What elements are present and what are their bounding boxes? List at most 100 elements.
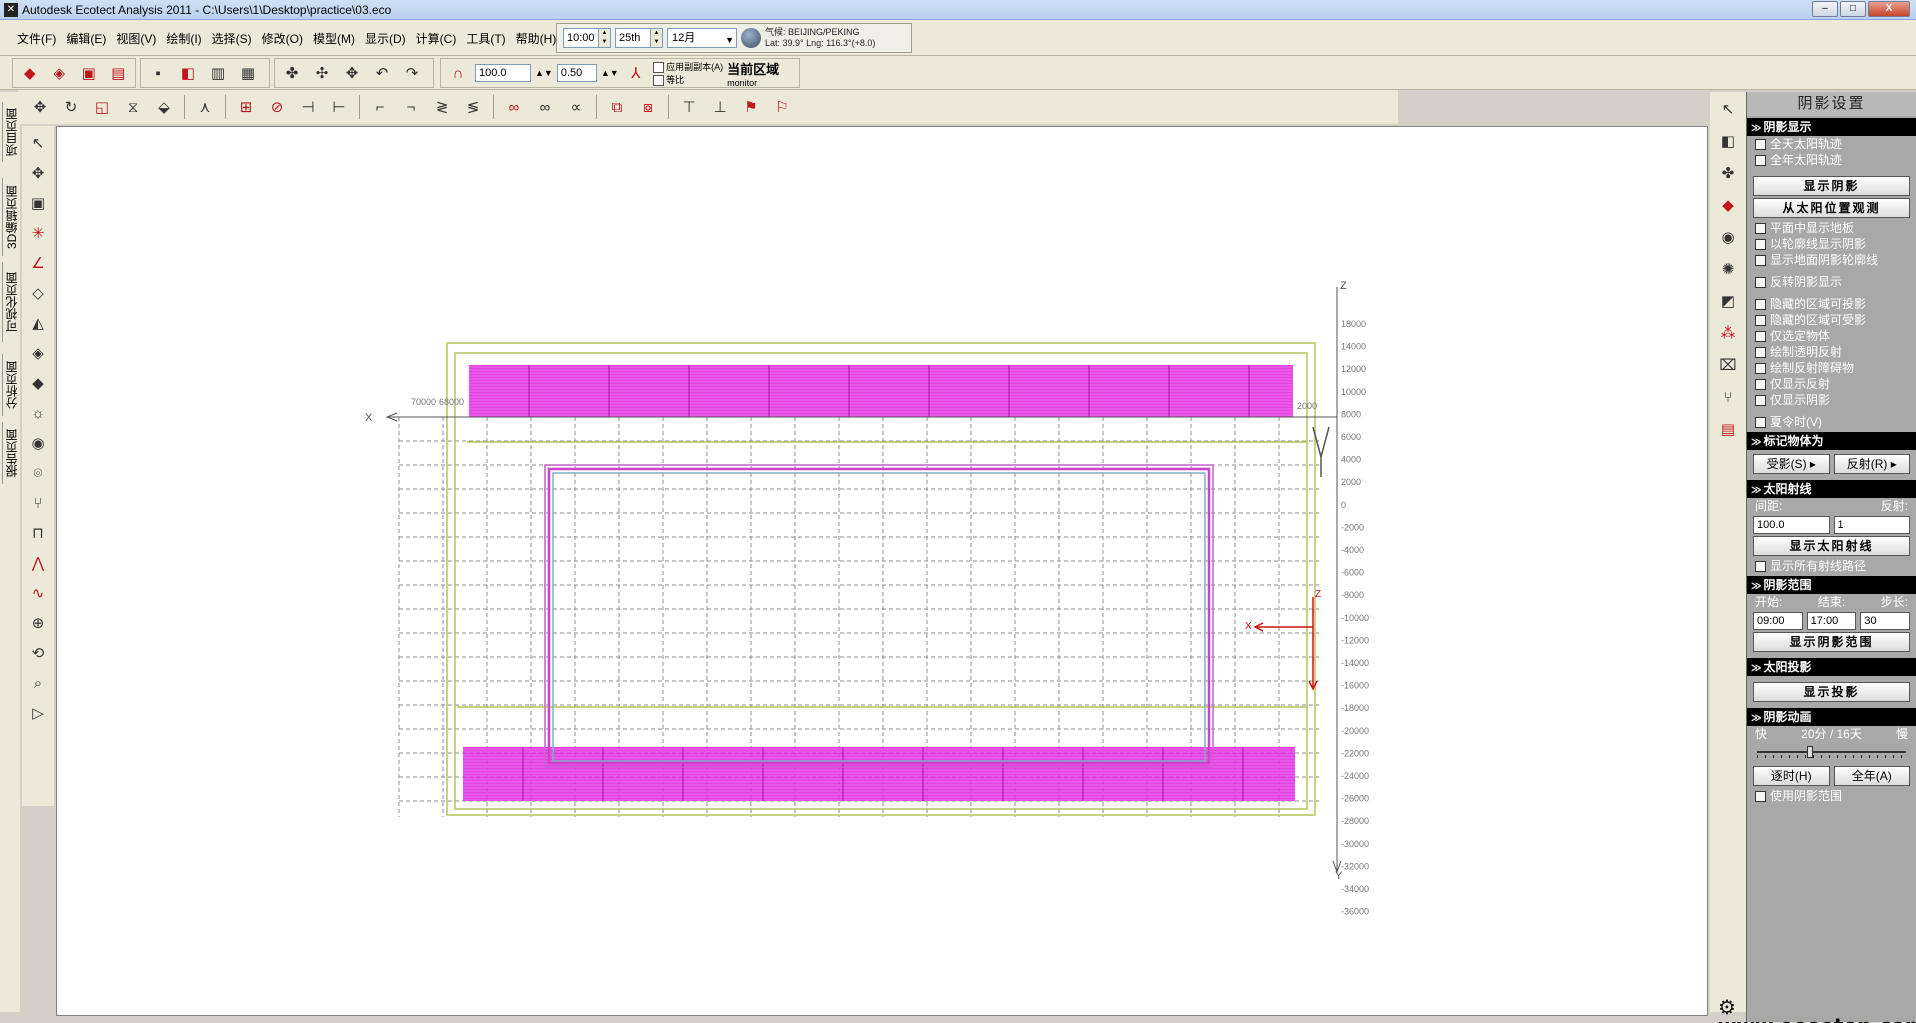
menu-draw[interactable]: 绘制(I) bbox=[161, 28, 206, 49]
material-icon[interactable]: ◧ bbox=[1714, 128, 1742, 154]
checkbox[interactable] bbox=[1755, 330, 1766, 342]
day-spin-arrows[interactable]: ▲ ▼ bbox=[651, 28, 663, 48]
offset-spin-arrows[interactable]: ▲▼ bbox=[601, 68, 619, 78]
step-input[interactable]: 30 bbox=[1860, 612, 1911, 630]
scale-spin-arrows[interactable]: ▲▼ bbox=[535, 68, 553, 78]
animation-speed-slider[interactable] bbox=[1757, 746, 1906, 758]
corner2-icon[interactable]: ¬ bbox=[397, 95, 425, 119]
magnet-icon[interactable]: ∩ bbox=[445, 61, 471, 85]
table-icon[interactable]: ⊤ bbox=[675, 95, 703, 119]
reflect-count-input[interactable]: 1 bbox=[1833, 516, 1910, 534]
table-furniture-icon[interactable]: ⊓ bbox=[25, 520, 51, 546]
option-outline-shadow[interactable]: 以轮廓线显示阴影 bbox=[1747, 236, 1916, 252]
mark-shaded-button[interactable]: 受影(S) ▸ bbox=[1753, 454, 1830, 474]
checkbox[interactable] bbox=[1755, 416, 1766, 428]
node-icon[interactable]: ⋏ bbox=[191, 95, 219, 119]
show-projection-button[interactable]: 显示投影 bbox=[1753, 682, 1910, 702]
mark-reflect-button[interactable]: 反射(R) ▸ bbox=[1833, 454, 1910, 474]
checkbox[interactable] bbox=[1755, 222, 1766, 234]
split-icon[interactable]: ⊣ bbox=[294, 95, 322, 119]
checkbox[interactable] bbox=[1755, 154, 1766, 166]
checkbox[interactable] bbox=[1755, 560, 1766, 572]
save-model-icon[interactable]: ▣ bbox=[76, 61, 102, 85]
zone-management-icon[interactable]: ✤ bbox=[1714, 160, 1742, 186]
floor-icon[interactable]: ◈ bbox=[25, 340, 51, 366]
axis-tripod-icon[interactable]: ⅄ bbox=[623, 61, 649, 85]
extrude-icon[interactable]: ⬙ bbox=[150, 95, 178, 119]
move-icon[interactable]: ✥ bbox=[26, 95, 54, 119]
menu-edit[interactable]: 编辑(E) bbox=[61, 28, 111, 49]
section-mark-objects[interactable]: ≫ 标记物体为 bbox=[1747, 432, 1916, 450]
time-stepper[interactable]: 10:00 ▲ ▼ bbox=[563, 28, 611, 48]
option-day-sun-path[interactable]: 全天太阳轨迹 bbox=[1747, 136, 1916, 152]
table2-icon[interactable]: ⊥ bbox=[706, 95, 734, 119]
visibility-eye-icon[interactable]: ◉ bbox=[1714, 224, 1742, 250]
option-hidden-cast[interactable]: 隐藏的区域可投影 bbox=[1747, 296, 1916, 312]
print-icon[interactable]: ▪ bbox=[145, 61, 171, 85]
checkbox[interactable] bbox=[1755, 138, 1766, 150]
unlink-icon[interactable]: ∝ bbox=[562, 95, 590, 119]
checkbox[interactable] bbox=[1755, 238, 1766, 250]
show-sun-rays-button[interactable]: 显示太阳射线 bbox=[1753, 536, 1910, 556]
mirror-icon[interactable]: ⧖ bbox=[119, 95, 147, 119]
option-shadow-only[interactable]: 仅显示阴影 bbox=[1747, 392, 1916, 408]
section-shadow-range[interactable]: ≫ 阴影范围 bbox=[1747, 576, 1916, 594]
offset-input[interactable]: 0.50 bbox=[556, 64, 597, 82]
tab-report[interactable]: 报告页面 bbox=[2, 422, 19, 484]
checkbox[interactable] bbox=[1755, 314, 1766, 326]
speaker-icon[interactable]: ◉ bbox=[25, 430, 51, 456]
zigzag-icon[interactable]: ≷ bbox=[428, 95, 456, 119]
flag-icon[interactable]: ⚑ bbox=[737, 95, 765, 119]
option-use-range[interactable]: 使用阴影范围 bbox=[1747, 788, 1916, 804]
scale-input[interactable]: 100.0 bbox=[475, 64, 531, 82]
array-icon[interactable]: ⊞ bbox=[232, 95, 260, 119]
menu-calculate[interactable]: 计算(C) bbox=[411, 28, 462, 49]
tab-project[interactable]: 项目页面 bbox=[2, 102, 19, 162]
chair-icon[interactable]: ⑂ bbox=[25, 490, 51, 516]
menu-select[interactable]: 选择(S) bbox=[207, 28, 257, 49]
plane-icon[interactable]: ◇ bbox=[25, 280, 51, 306]
menu-tools[interactable]: 工具(T) bbox=[461, 28, 510, 49]
menu-help[interactable]: 帮助(H) bbox=[511, 28, 562, 49]
new-model-icon[interactable]: ◆ bbox=[17, 61, 43, 85]
zigzag2-icon[interactable]: ≶ bbox=[459, 95, 487, 119]
ungroup-icon[interactable]: ⧇ bbox=[634, 95, 662, 119]
hourly-button[interactable]: 逐时(H) bbox=[1753, 766, 1830, 786]
sun-settings-icon[interactable]: ✺ bbox=[1714, 256, 1742, 282]
section-sun-rays[interactable]: ≫ 太阳射线 bbox=[1747, 480, 1916, 498]
checkbox[interactable] bbox=[1755, 298, 1766, 310]
link2-icon[interactable]: ∞ bbox=[531, 95, 559, 119]
curve-icon[interactable]: ∿ bbox=[25, 580, 51, 606]
object-icon[interactable]: ✥ bbox=[339, 61, 365, 85]
layers-icon[interactable]: ▥ bbox=[205, 61, 231, 85]
camera-icon[interactable]: ⌾ bbox=[25, 460, 51, 486]
close-button[interactable]: X bbox=[1868, 1, 1910, 17]
rotate-icon[interactable]: ↻ bbox=[57, 95, 85, 119]
month-select[interactable]: 12月 ▼ bbox=[667, 28, 737, 48]
checkbox[interactable] bbox=[1755, 394, 1766, 406]
option-invert-shadow[interactable]: 反转阴影显示 bbox=[1747, 274, 1916, 290]
select-arrow-icon[interactable]: ↖ bbox=[1714, 96, 1742, 122]
show-shadow-button[interactable]: 显示阴影 bbox=[1753, 176, 1910, 196]
day-stepper[interactable]: 25th ▲ ▼ bbox=[615, 28, 663, 48]
cube-icon[interactable]: ✤ bbox=[279, 61, 305, 85]
option-reflect-only[interactable]: 仅显示反射 bbox=[1747, 376, 1916, 393]
calculation-icon[interactable]: ◩ bbox=[1714, 288, 1742, 314]
current-zone[interactable]: 当前区域 monitor bbox=[727, 59, 779, 88]
flag2-icon[interactable]: ⚐ bbox=[768, 95, 796, 119]
walk-icon[interactable]: ▷ bbox=[25, 700, 51, 726]
light-icon[interactable]: ☼ bbox=[25, 400, 51, 426]
slider-thumb[interactable] bbox=[1807, 746, 1813, 758]
corner-icon[interactable]: ⌐ bbox=[366, 95, 394, 119]
tab-analysis[interactable]: 分析页面 bbox=[2, 354, 19, 416]
yearly-button[interactable]: 全年(A) bbox=[1833, 766, 1910, 786]
option-reflect-obstacle[interactable]: 绘制反射障碍物 bbox=[1747, 360, 1916, 376]
show-shadow-range-button[interactable]: 显示阴影范围 bbox=[1753, 632, 1910, 652]
polyline-icon[interactable]: ⋀ bbox=[25, 550, 51, 576]
link-icon[interactable]: ∞ bbox=[500, 95, 528, 119]
minimize-button[interactable]: – bbox=[1812, 1, 1838, 17]
option-transparent-reflect[interactable]: 绘制透明反射 bbox=[1747, 344, 1916, 360]
option-selected-only[interactable]: 仅选定物体 bbox=[1747, 328, 1916, 344]
grid-dots-icon[interactable]: ✣ bbox=[309, 61, 335, 85]
section-shadow-animation[interactable]: ≫ 阴影动画 bbox=[1747, 708, 1916, 726]
